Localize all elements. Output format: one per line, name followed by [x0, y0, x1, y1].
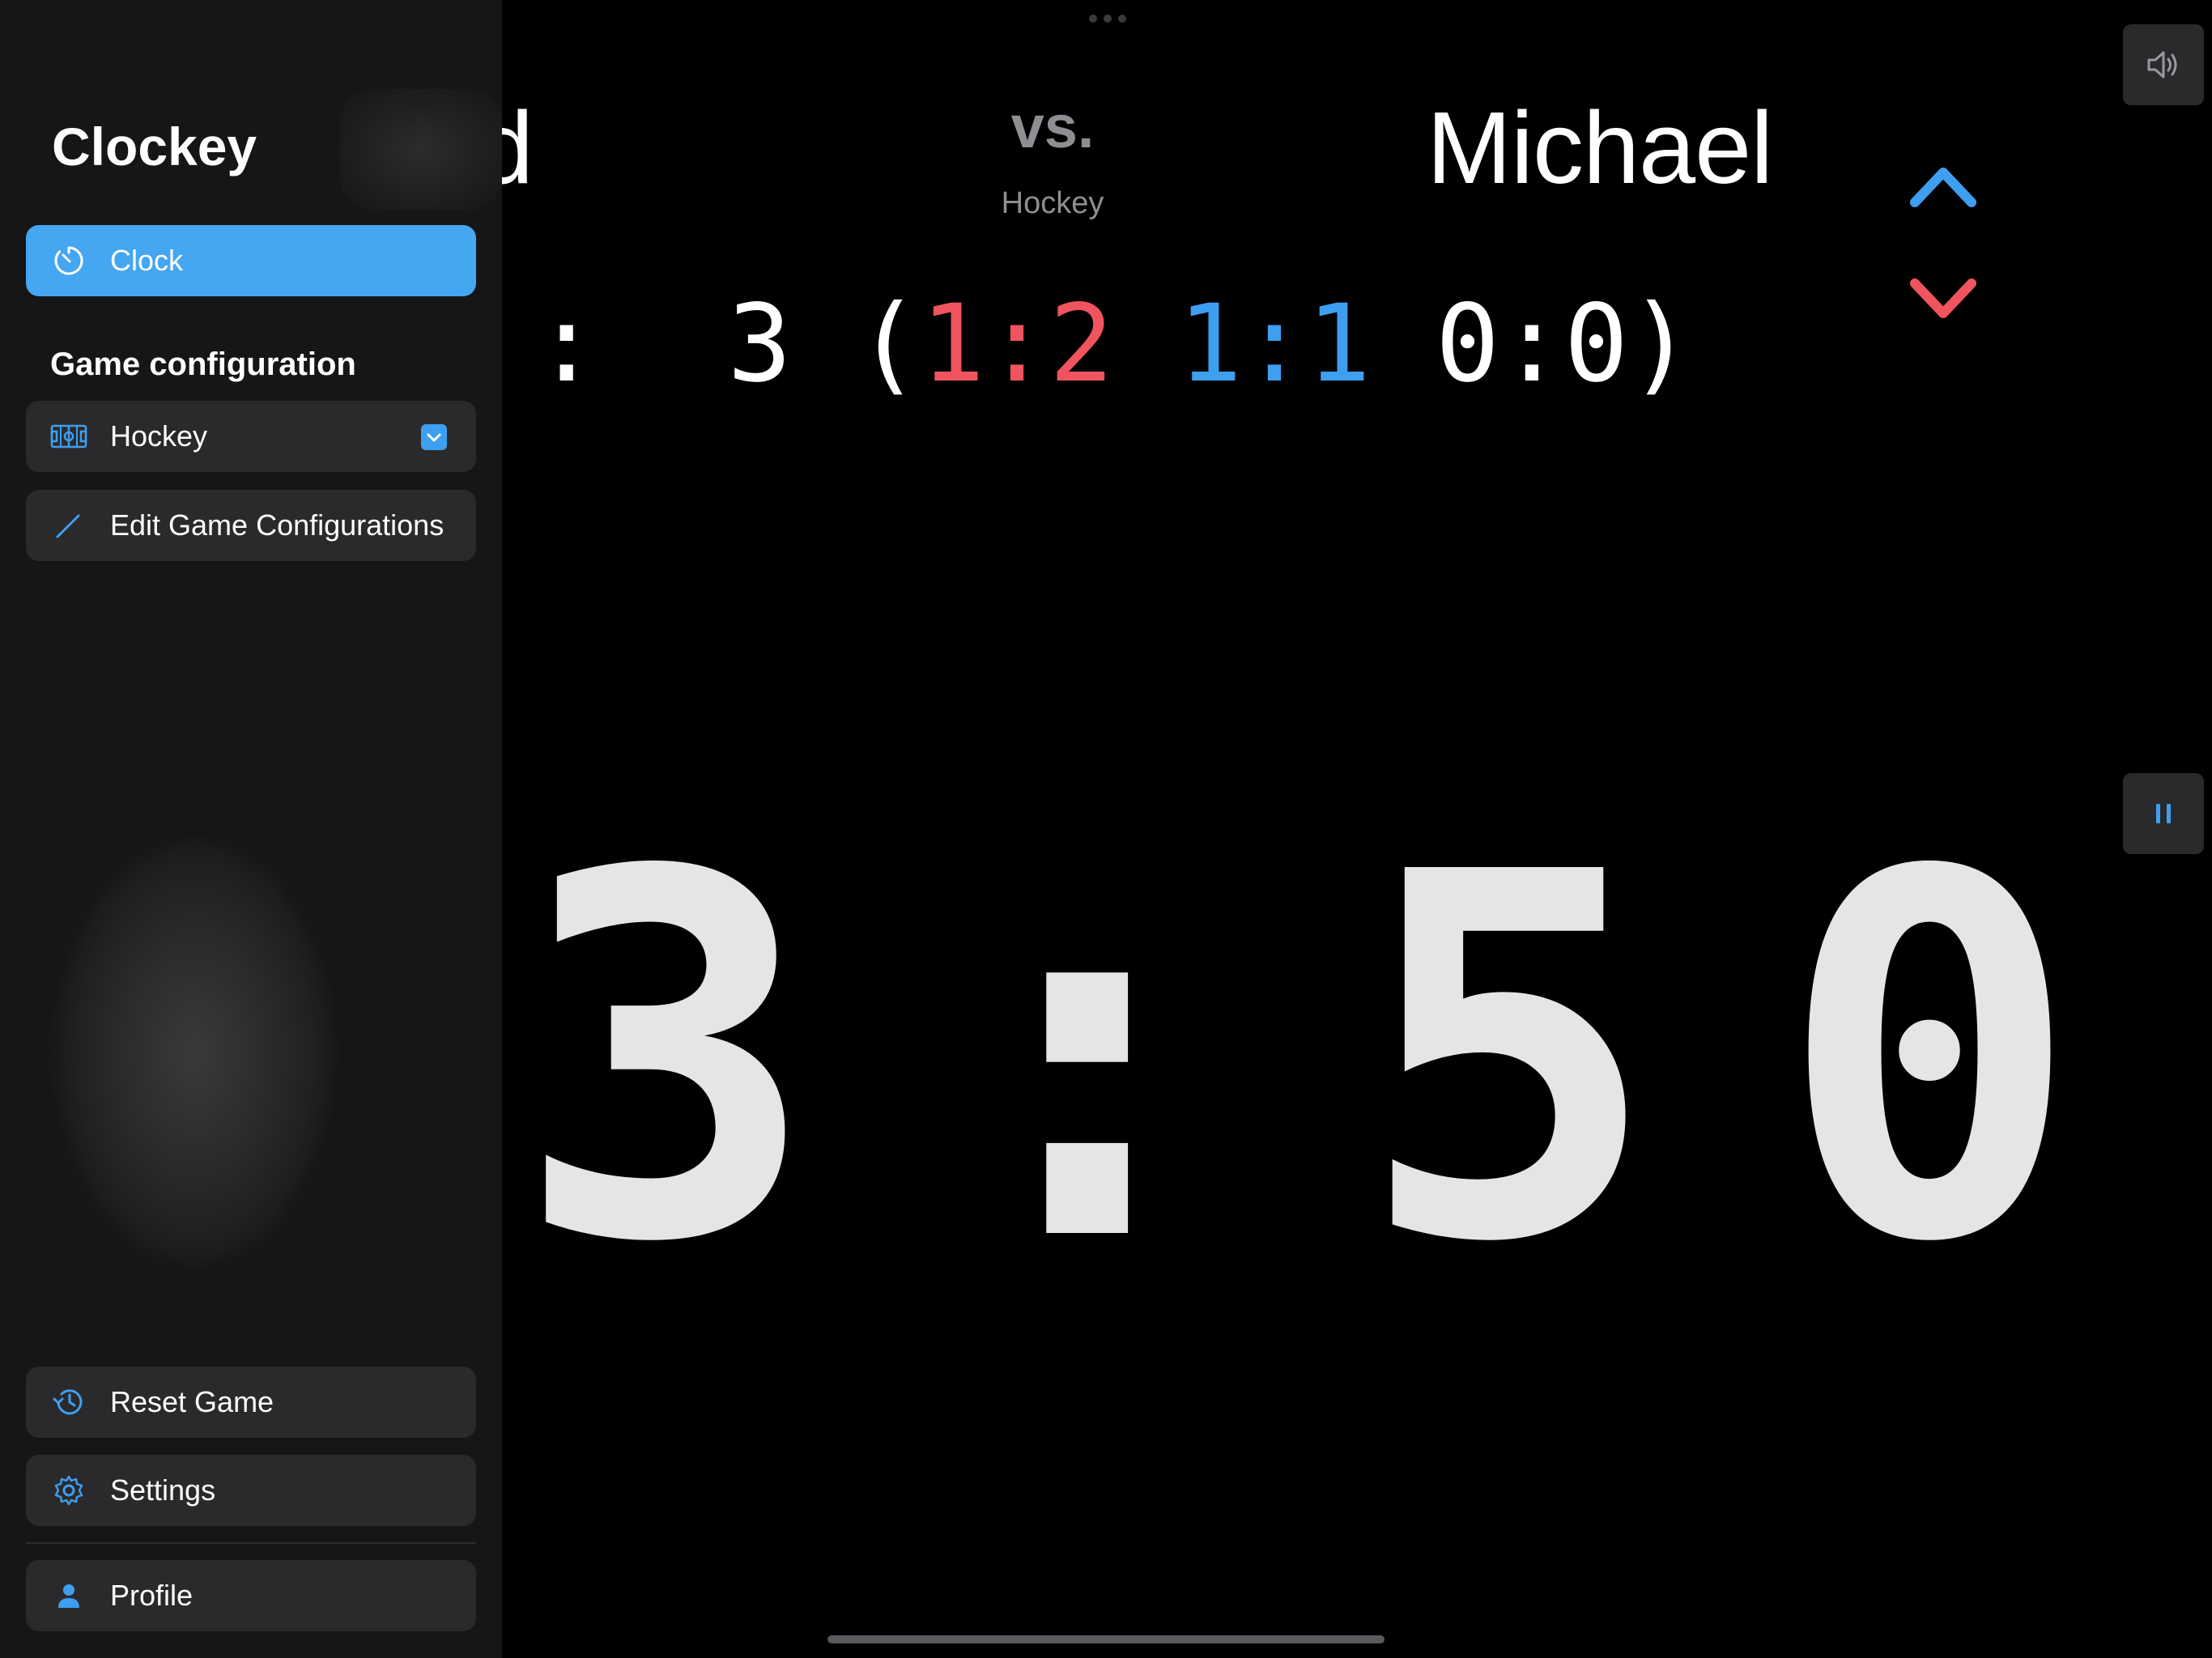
divider — [26, 1542, 476, 1544]
player-right-name: Michael — [1427, 91, 1773, 205]
score-line: : 3 ( 1 : 2 1 : 1 0 : 0 ) — [534, 283, 1693, 405]
edit-game-configurations-button[interactable]: Edit Game Configurations — [26, 490, 476, 561]
period3-separator: : — [1499, 282, 1564, 406]
timer-icon — [50, 242, 87, 279]
home-indicator[interactable] — [827, 1635, 1385, 1643]
sidebar: Clockey Clock Game configuration Hockey — [0, 0, 502, 1658]
blurred-backdrop — [340, 89, 502, 210]
person-icon — [50, 1577, 87, 1614]
sidebar-item-label: Settings — [110, 1473, 216, 1507]
chevron-up-icon — [1910, 168, 1976, 207]
sidebar-item-label: Profile — [110, 1579, 194, 1612]
period1-left-score: 1 — [920, 282, 985, 406]
game-clock: 3 : 5 0 — [453, 768, 2138, 1352]
clock-colon: : — [936, 768, 1238, 1352]
game-type-label: Hockey — [1001, 186, 1104, 220]
settings-button[interactable]: Settings — [26, 1455, 476, 1526]
blurred-backdrop — [57, 842, 332, 1263]
multitasking-grabber[interactable] — [1089, 15, 1126, 23]
reset-game-button[interactable]: Reset Game — [26, 1367, 476, 1438]
chevron-down-icon — [1910, 278, 1976, 318]
pencil-icon — [50, 507, 87, 544]
sidebar-item-label: Reset Game — [110, 1385, 274, 1418]
score-down-button[interactable] — [1907, 271, 1980, 328]
period1-separator: : — [985, 282, 1049, 406]
app-title: Clockey — [52, 117, 257, 176]
period2-right-score: 1 — [1306, 282, 1372, 406]
sidebar-item-label: Edit Game Configurations — [110, 508, 445, 542]
history-icon — [50, 1384, 87, 1421]
sidebar-item-label: Hockey — [110, 419, 208, 453]
score-colon: : — [534, 282, 599, 406]
sound-button[interactable] — [2123, 24, 2204, 105]
period2-separator: : — [1242, 282, 1307, 406]
score-total: 3 — [727, 282, 792, 406]
section-title: Game configuration — [50, 346, 356, 382]
vs-label: vs. — [1010, 93, 1095, 160]
period3-left-score: 0 — [1435, 282, 1500, 406]
score-up-button[interactable] — [1907, 158, 1980, 215]
pause-icon — [2156, 804, 2171, 823]
profile-button[interactable]: Profile — [26, 1560, 476, 1631]
period2-left-score: 1 — [1177, 282, 1243, 406]
rink-icon — [50, 418, 87, 455]
speaker-icon — [2147, 51, 2177, 79]
period1-right-score: 2 — [1049, 282, 1114, 406]
score-close-paren: ) — [1628, 282, 1693, 406]
clock-seconds-ones: 0 — [1778, 768, 2080, 1352]
clock-seconds-tens: 5 — [1357, 768, 1659, 1352]
game-config-picker[interactable]: Hockey — [26, 401, 476, 472]
clock-minutes: 3 — [515, 768, 817, 1352]
sidebar-item-clock[interactable]: Clock — [26, 225, 476, 296]
chevron-down-icon[interactable] — [421, 424, 447, 450]
score-open-paren: ( — [856, 282, 921, 406]
sidebar-item-label: Clock — [110, 244, 184, 277]
gear-icon — [50, 1472, 87, 1509]
period3-right-score: 0 — [1563, 282, 1629, 406]
